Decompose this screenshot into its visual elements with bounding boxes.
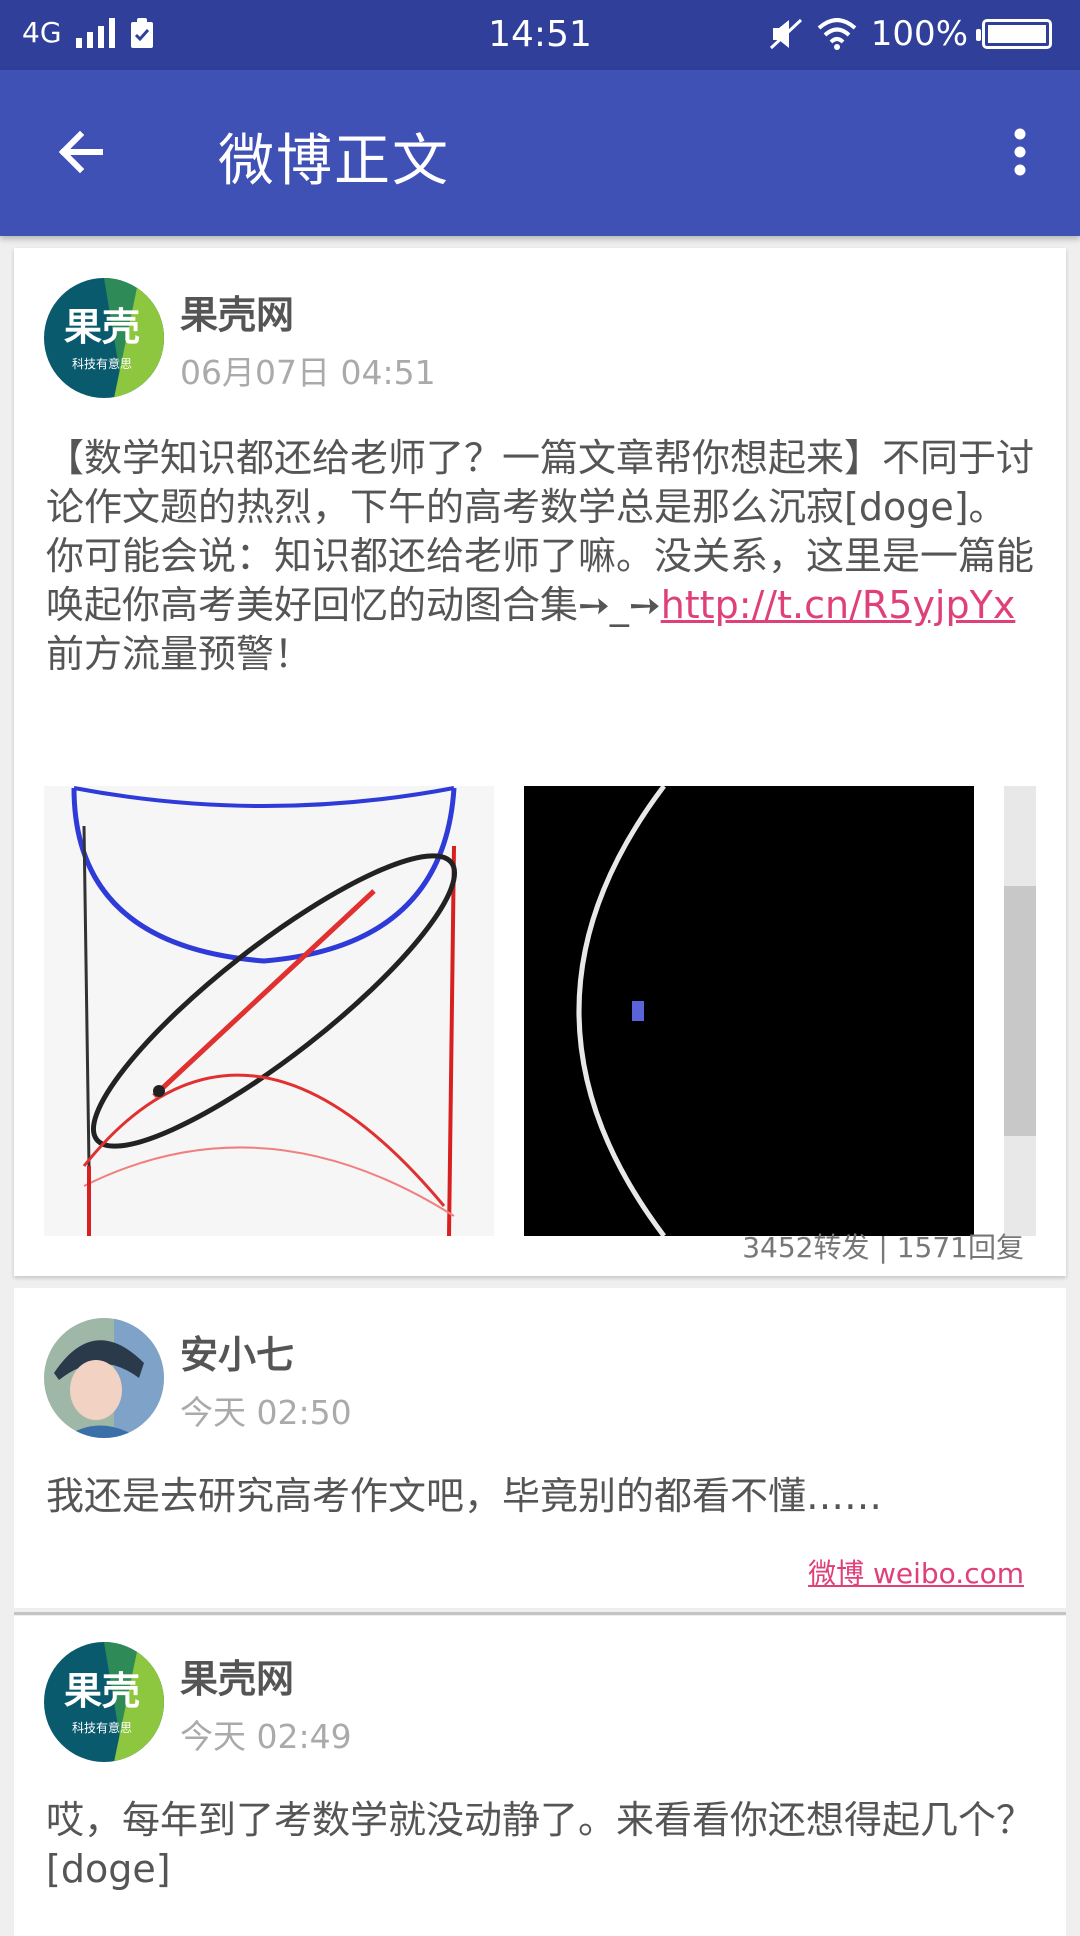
author-name[interactable]: 安小七 [180, 1324, 294, 1379]
post-link[interactable]: http://t.cn/R5yjpYx [661, 583, 1016, 627]
image-thumbnail[interactable] [524, 786, 974, 1236]
main-post-card: 果壳 科技有意思 果壳网 06月07日 04:51 【数学知识都还给老师了？一篇… [14, 248, 1066, 1276]
comment-text: 我还是去研究高考作文吧，毕竟别的都看不懂…… [46, 1474, 883, 1518]
post-text-tail: 前方流量预警！ [46, 632, 313, 676]
repost-reply-counts: 3452转发 | 1571回复 [742, 1231, 1024, 1264]
post-date: 06月07日 04:51 [180, 353, 436, 392]
author-name[interactable]: 果壳网 [180, 284, 294, 339]
avatar[interactable] [44, 1318, 164, 1438]
svg-text:科技有意思: 科技有意思 [72, 1720, 132, 1735]
wifi-icon [817, 18, 857, 50]
svg-text:科技有意思: 科技有意思 [72, 356, 132, 371]
image-gallery[interactable] [44, 786, 1036, 1238]
guokr-logo: 果壳 科技有意思 [44, 1642, 164, 1762]
comment-date: 今天 02:50 [180, 1393, 352, 1432]
battery-icon [976, 19, 1052, 49]
comment-text: 哎，每年到了考数学就没动静了。来看看你还想得起几个？[doge] [46, 1798, 1035, 1891]
more-vertical-icon[interactable] [990, 122, 1050, 182]
battery-percent: 100% [870, 14, 968, 54]
image-thumbnail[interactable] [1004, 786, 1036, 1236]
avatar[interactable]: 果壳 科技有意思 [44, 1642, 164, 1762]
mute-icon [769, 18, 802, 50]
back-arrow-icon[interactable] [52, 122, 112, 182]
divider [14, 1612, 1066, 1615]
image-thumbnail[interactable] [44, 786, 494, 1236]
app-bar: 微博正文 [0, 70, 1080, 236]
source-link[interactable]: 微博 weibo.com [808, 1552, 1024, 1592]
svg-text:果壳: 果壳 [64, 305, 140, 349]
status-bar: 4G 14:51 100% [0, 0, 1080, 70]
author-name[interactable]: 果壳网 [180, 1648, 294, 1703]
avatar[interactable]: 果壳 科技有意思 [44, 278, 164, 398]
comment-card: 安小七 今天 02:50 我还是去研究高考作文吧，毕竟别的都看不懂…… 微博 w… [14, 1288, 1066, 1608]
svg-text:果壳: 果壳 [64, 1669, 140, 1713]
guokr-logo: 果壳 科技有意思 [44, 278, 164, 398]
comment-date: 今天 02:49 [180, 1717, 352, 1756]
user-avatar-photo [44, 1318, 164, 1438]
page-title: 微博正文 [218, 129, 450, 194]
comment-card: 果壳 科技有意思 果壳网 今天 02:49 哎，每年到了考数学就没动静了。来看看… [14, 1616, 1066, 1936]
post-text: 【数学知识都还给老师了？一篇文章帮你想起来】不同于讨论作文题的热烈，下午的高考数… [46, 434, 1036, 679]
